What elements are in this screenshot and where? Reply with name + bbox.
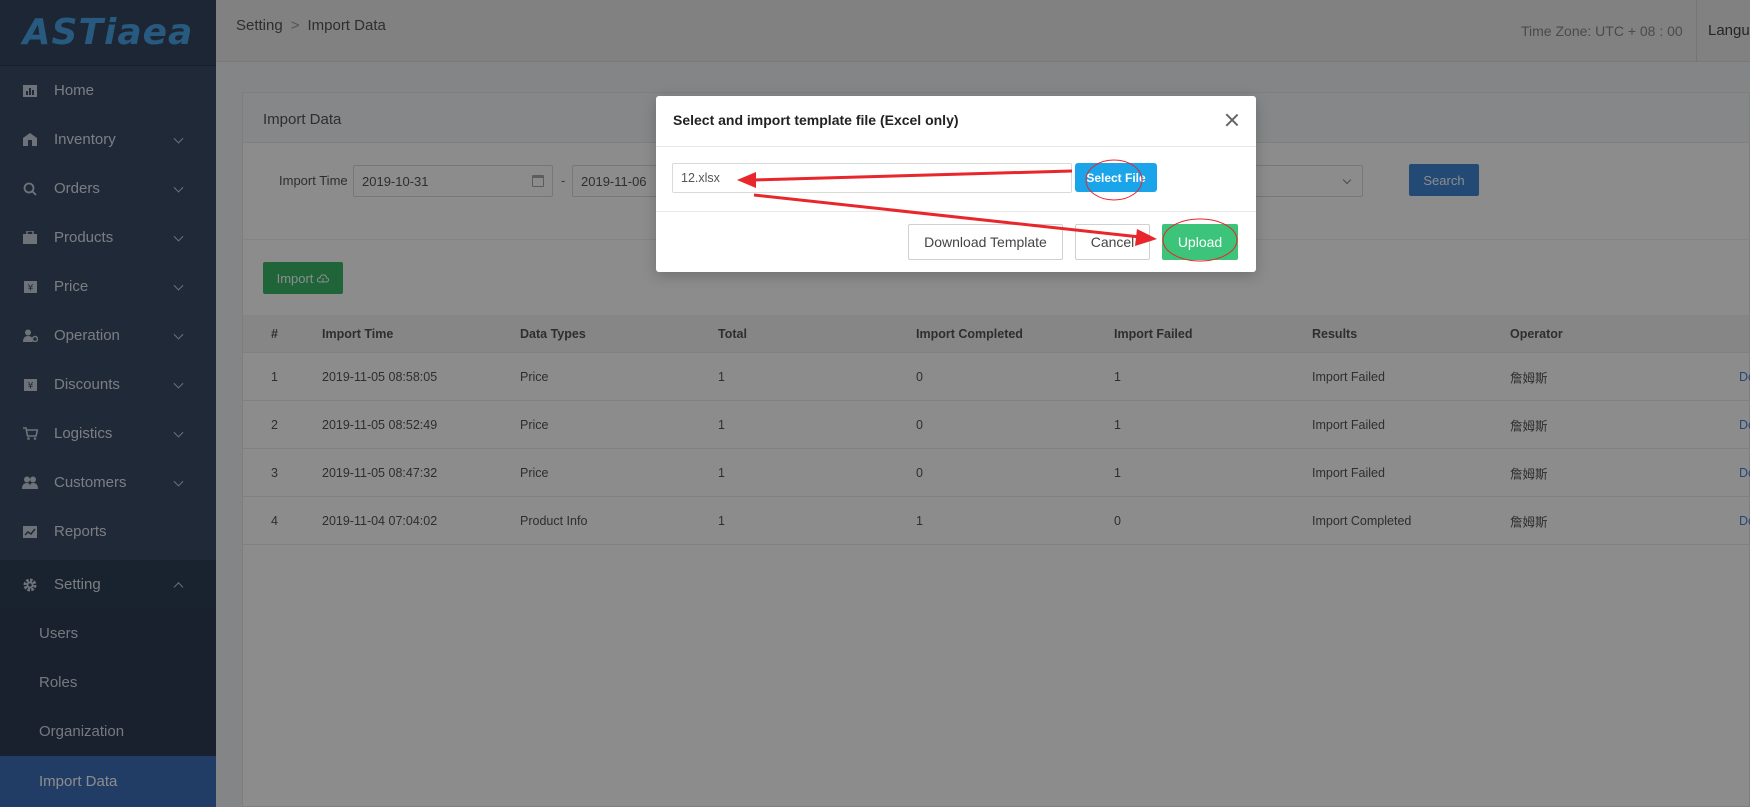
modal-divider [656,146,1256,147]
cancel-button[interactable]: Cancel [1075,224,1150,260]
import-file-modal: Select and import template file (Excel o… [656,96,1256,272]
upload-button[interactable]: Upload [1162,224,1238,260]
modal-divider [656,211,1256,212]
select-file-button[interactable]: Select File [1075,163,1157,192]
file-name-input[interactable]: 12.xlsx [672,163,1072,193]
file-name-value: 12.xlsx [681,171,720,185]
close-icon[interactable] [1224,112,1240,128]
modal-title: Select and import template file (Excel o… [673,112,959,128]
download-template-button[interactable]: Download Template [908,224,1063,260]
